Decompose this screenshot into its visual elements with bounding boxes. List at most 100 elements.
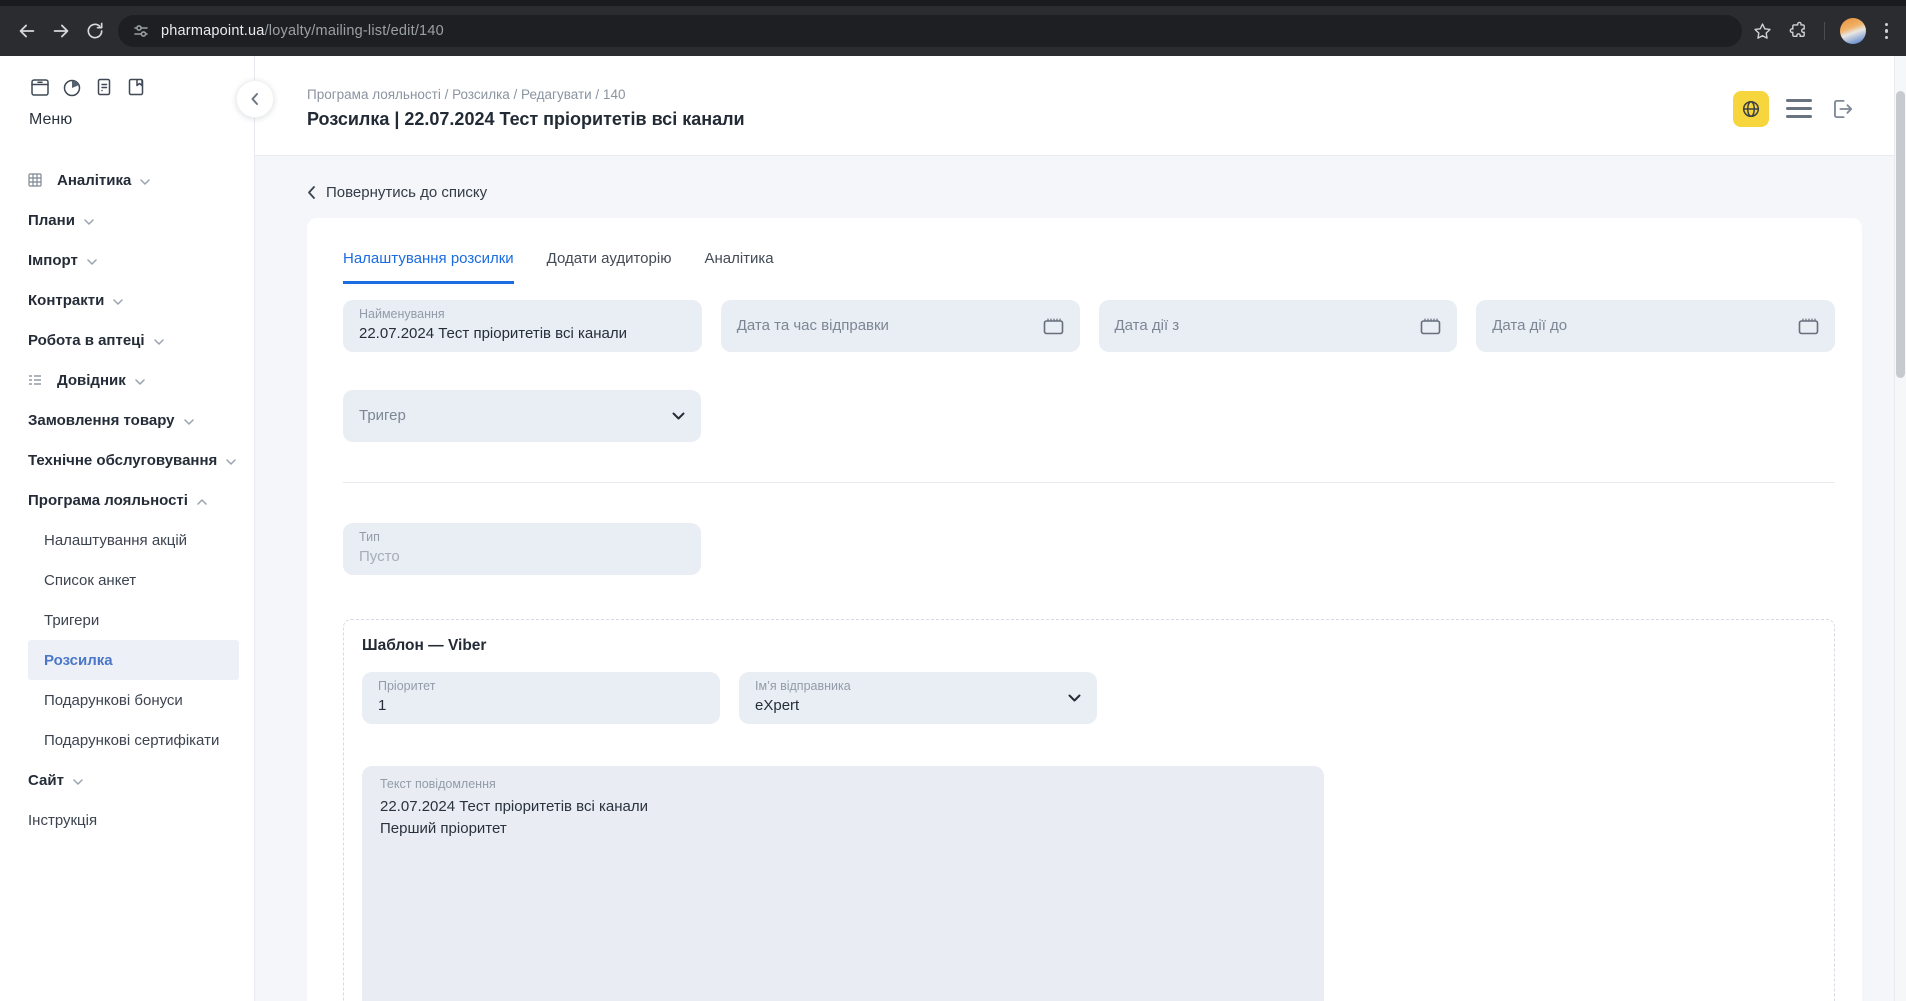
- sidebar-item-directory[interactable]: Довідник: [0, 360, 254, 400]
- field-value: eXpert: [755, 696, 851, 716]
- pie-chart-icon[interactable]: [61, 76, 83, 98]
- tab-analytics[interactable]: Аналітика: [704, 250, 773, 284]
- viber-template-section: Шаблон — Viber Пріоритет 1 Ім’я відправн…: [343, 619, 1835, 1001]
- sidebar-item-label: Розсилка: [44, 652, 113, 669]
- sidebar-item-label: Подарункові сертифікати: [44, 732, 219, 749]
- browser-forward-button[interactable]: [44, 14, 78, 48]
- sidebar-item-analytics[interactable]: Аналітика: [0, 160, 254, 200]
- date-picker-icon[interactable]: [1043, 317, 1064, 335]
- sidebar-item-label: Імпорт: [28, 252, 78, 269]
- sidebar-item-gift-certificates[interactable]: Подарункові сертифікати: [0, 720, 254, 760]
- arrow-right-icon: [50, 20, 72, 42]
- archive-box-icon[interactable]: [29, 76, 51, 98]
- browser-back-button[interactable]: [10, 14, 44, 48]
- sidebar-item-label: Список анкет: [44, 572, 136, 589]
- tab-add-audience[interactable]: Додати аудиторію: [547, 250, 672, 284]
- list-icon: [28, 374, 42, 386]
- field-value: 1: [378, 696, 704, 716]
- sidebar-item-triggers[interactable]: Тригери: [0, 600, 254, 640]
- header-actions: [1733, 91, 1855, 127]
- chevron-down-icon: [135, 379, 145, 385]
- document-icon[interactable]: [93, 76, 115, 98]
- url-host: pharmapoint.ua: [161, 23, 265, 39]
- page-title: Розсилка | 22.07.2024 Тест пріоритетів в…: [307, 109, 745, 130]
- sidebar-item-site[interactable]: Сайт: [0, 760, 254, 800]
- logout-icon: [1829, 96, 1855, 122]
- sidebar-item-import[interactable]: Імпорт: [0, 240, 254, 280]
- trigger-select[interactable]: Тригер: [343, 390, 701, 442]
- priority-field[interactable]: Пріоритет 1: [362, 672, 720, 724]
- chevron-down-icon: [672, 412, 685, 420]
- page-scrollbar[interactable]: [1894, 56, 1906, 1001]
- logout-button[interactable]: [1829, 96, 1855, 122]
- sidebar-item-goods-order[interactable]: Замовлення товару: [0, 400, 254, 440]
- sidebar-item-pharmacy-work[interactable]: Робота в аптеці: [0, 320, 254, 360]
- sidebar-item-label: Робота в аптеці: [28, 332, 145, 349]
- chevron-down-icon: [87, 259, 97, 265]
- sidebar-item-label: Технічне обслуговування: [28, 452, 217, 469]
- send-datetime-field[interactable]: Дата та час відправки: [721, 300, 1080, 352]
- tab-mailing-settings[interactable]: Налаштування розсилки: [343, 250, 514, 284]
- chevron-down-icon: [73, 779, 83, 785]
- site-settings-icon[interactable]: [132, 22, 150, 40]
- book-icon[interactable]: [125, 76, 147, 98]
- scrollbar-thumb[interactable]: [1896, 91, 1905, 378]
- date-picker-icon[interactable]: [1420, 317, 1441, 335]
- fields-row: Найменування 22.07.2024 Тест пріоритетів…: [343, 300, 1835, 352]
- sender-name-select[interactable]: Ім’я відправника eXpert: [739, 672, 1097, 724]
- sidebar-item-tech-maintenance[interactable]: Технічне обслуговування: [0, 440, 254, 480]
- language-button[interactable]: [1733, 91, 1769, 127]
- globe-icon: [1741, 99, 1761, 119]
- content-area: Повернутись до списку Налаштування розси…: [255, 156, 1906, 1001]
- date-picker-icon[interactable]: [1798, 317, 1819, 335]
- sidebar-item-contracts[interactable]: Контракти: [0, 280, 254, 320]
- sidebar-item-label: Подарункові бонуси: [44, 692, 183, 709]
- sidebar: Меню Аналітика Плани Імпорт Контракти Ро…: [0, 56, 255, 1001]
- date-from-field[interactable]: Дата дії з: [1099, 300, 1458, 352]
- trigger-row: Тригер: [343, 390, 1835, 442]
- message-text-area[interactable]: Текст повідомлення 22.07.2024 Тест пріор…: [362, 766, 1324, 1001]
- type-field[interactable]: Тип Пусто: [343, 523, 701, 575]
- template-fields-row: Пріоритет 1 Ім’я відправника eXpert: [362, 672, 1816, 724]
- arrow-left-icon: [16, 20, 38, 42]
- url-bar[interactable]: pharmapoint.ua/loyalty/mailing-list/edit…: [118, 15, 1742, 47]
- template-title: Шаблон — Viber: [362, 637, 1816, 655]
- field-label: Дата та час відправки: [737, 317, 889, 334]
- grid-icon: [28, 173, 42, 187]
- header-titles: Програма лояльності / Розсилка / Редагув…: [307, 87, 745, 130]
- chevron-down-icon: [226, 459, 236, 465]
- browser-actions: [1752, 18, 1897, 44]
- browser-refresh-button[interactable]: [78, 14, 112, 48]
- field-label: Дата дії з: [1115, 317, 1180, 334]
- sidebar-item-label: Плани: [28, 212, 75, 229]
- date-to-field[interactable]: Дата дії до: [1476, 300, 1835, 352]
- name-field[interactable]: Найменування 22.07.2024 Тест пріоритетів…: [343, 300, 702, 352]
- browser-menu-button[interactable]: [1881, 19, 1893, 44]
- type-row: Тип Пусто: [343, 523, 1835, 575]
- breadcrumb: Програма лояльності / Розсилка / Редагув…: [307, 87, 745, 102]
- sidebar-item-instruction[interactable]: Інструкція: [0, 800, 254, 840]
- bookmark-star-button[interactable]: [1752, 21, 1773, 42]
- back-to-list-link[interactable]: Повернутись до списку: [307, 183, 487, 201]
- page-header: Програма лояльності / Розсилка / Редагув…: [255, 56, 1906, 156]
- sidebar-item-gift-bonuses[interactable]: Подарункові бонуси: [0, 680, 254, 720]
- chevron-down-icon: [140, 179, 150, 185]
- sidebar-collapse-button[interactable]: [236, 80, 274, 118]
- message-text: 22.07.2024 Тест пріоритетів всі канали П…: [380, 796, 1306, 840]
- field-label: Тип: [359, 530, 685, 545]
- sidebar-item-plans[interactable]: Плани: [0, 200, 254, 240]
- sidebar-item-label: Інструкція: [28, 812, 97, 829]
- profile-avatar[interactable]: [1840, 18, 1866, 44]
- sidebar-item-mailing[interactable]: Розсилка: [28, 640, 239, 680]
- chevron-down-icon: [1068, 694, 1081, 702]
- extensions-button[interactable]: [1788, 21, 1809, 42]
- header-menu-button[interactable]: [1786, 99, 1812, 118]
- field-label: Ім’я відправника: [755, 679, 851, 694]
- sidebar-item-label: Програма лояльності: [28, 492, 188, 509]
- sidebar-item-promo-settings[interactable]: Налаштування акцій: [0, 520, 254, 560]
- sidebar-item-loyalty-program[interactable]: Програма лояльності: [0, 480, 254, 520]
- field-placeholder: Пусто: [359, 547, 685, 567]
- chevron-left-icon: [250, 91, 260, 107]
- toolbar-divider: [1824, 22, 1825, 40]
- sidebar-item-questionnaires[interactable]: Список анкет: [0, 560, 254, 600]
